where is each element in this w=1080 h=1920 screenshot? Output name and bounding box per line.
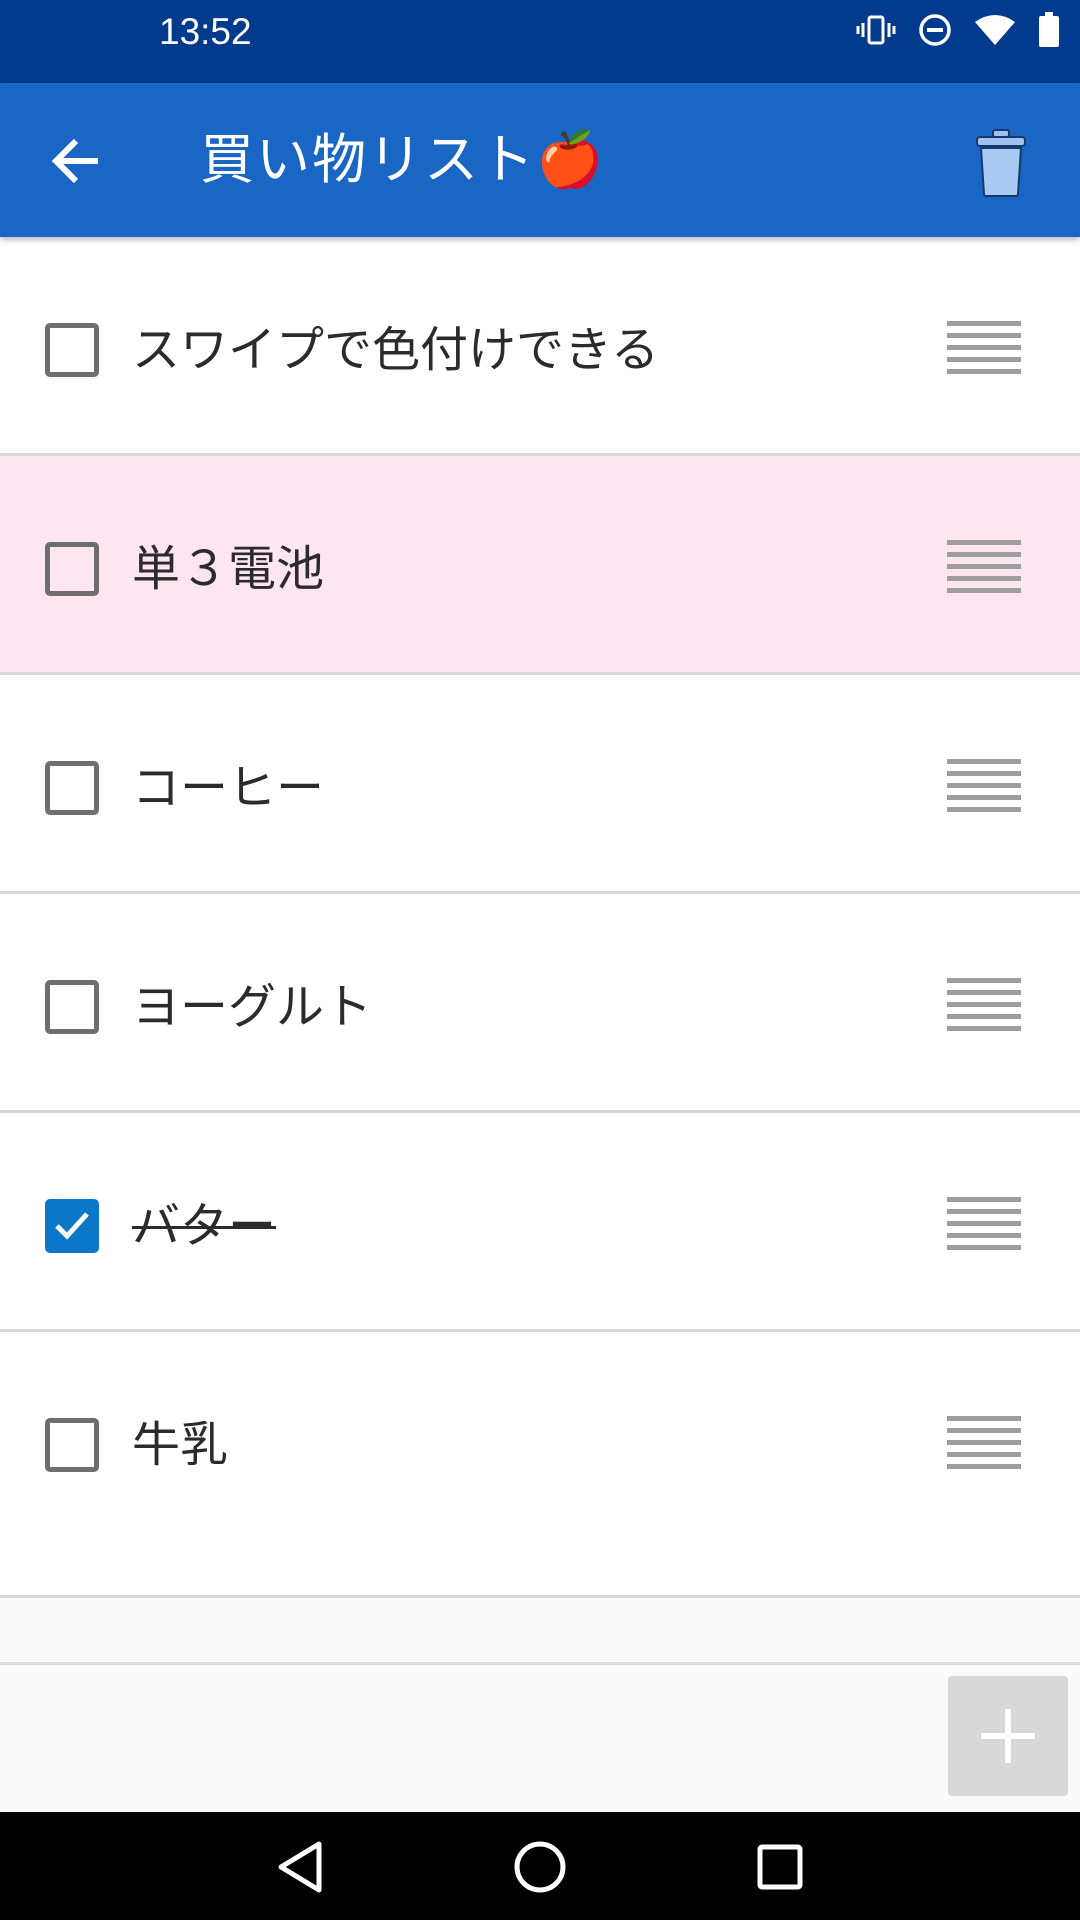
checkmark-icon <box>55 1212 89 1240</box>
plus-icon <box>981 1709 1035 1763</box>
back-button[interactable] <box>36 126 116 196</box>
app-bar: 買い物リスト🍎 <box>0 83 1080 237</box>
nav-home-button[interactable] <box>505 1832 575 1902</box>
list-item[interactable]: スワイプで色付けできる <box>0 237 1080 456</box>
back-triangle-icon <box>278 1841 322 1893</box>
home-circle-icon <box>514 1841 566 1893</box>
battery-icon <box>1038 12 1060 48</box>
list-item[interactable]: 牛乳 <box>0 1332 1080 1598</box>
item-checkbox[interactable] <box>45 323 99 377</box>
shopping-list: スワイプで色付けできる 単３電池 コーヒー ヨーグルト バター 牛乳 <box>0 237 1080 1598</box>
drag-handle-icon[interactable] <box>947 1197 1021 1253</box>
status-icons <box>856 10 1060 50</box>
item-checkbox[interactable] <box>45 980 99 1034</box>
item-label: 牛乳 <box>132 1417 229 1473</box>
item-label: バター <box>132 1198 277 1254</box>
new-item-input-area[interactable] <box>0 1662 1080 1812</box>
item-label: コーヒー <box>132 760 325 816</box>
system-nav-bar <box>0 1812 1080 1920</box>
nav-back-button[interactable] <box>265 1832 335 1902</box>
item-checkbox[interactable] <box>45 1418 99 1472</box>
item-checkbox-checked[interactable] <box>45 1199 99 1253</box>
nav-recents-button[interactable] <box>745 1832 815 1902</box>
item-label: 単３電池 <box>132 541 325 597</box>
list-item[interactable]: コーヒー <box>0 675 1080 894</box>
do-not-disturb-icon <box>918 13 952 47</box>
drag-handle-icon[interactable] <box>947 540 1021 596</box>
drag-handle-icon[interactable] <box>947 1416 1021 1472</box>
item-label: ヨーグルト <box>132 979 373 1035</box>
item-checkbox[interactable] <box>45 761 99 815</box>
item-checkbox[interactable] <box>45 542 99 596</box>
shopping-list-screen: 13:52 買い物リスト🍎 スワイプで色付けできる 単３電池 コーヒー ヨーグル… <box>0 0 1080 1920</box>
drag-handle-icon[interactable] <box>947 978 1021 1034</box>
status-time: 13:52 <box>159 11 252 52</box>
list-item[interactable]: 単３電池 <box>0 456 1080 675</box>
vibrate-icon <box>856 14 896 46</box>
drag-handle-icon[interactable] <box>947 759 1021 815</box>
list-item[interactable]: バター <box>0 1113 1080 1332</box>
page-title: 買い物リスト🍎 <box>200 128 606 191</box>
recents-square-icon <box>757 1844 803 1890</box>
drag-handle-icon[interactable] <box>947 321 1021 377</box>
arrow-back-icon <box>51 138 98 184</box>
wifi-icon <box>974 14 1016 46</box>
add-item-button[interactable] <box>948 1676 1068 1796</box>
delete-button[interactable] <box>966 123 1036 203</box>
item-label: スワイプで色付けできる <box>132 322 660 378</box>
list-item[interactable]: ヨーグルト <box>0 894 1080 1113</box>
trash-icon <box>976 129 1026 197</box>
status-bar: 13:52 <box>0 0 1080 83</box>
